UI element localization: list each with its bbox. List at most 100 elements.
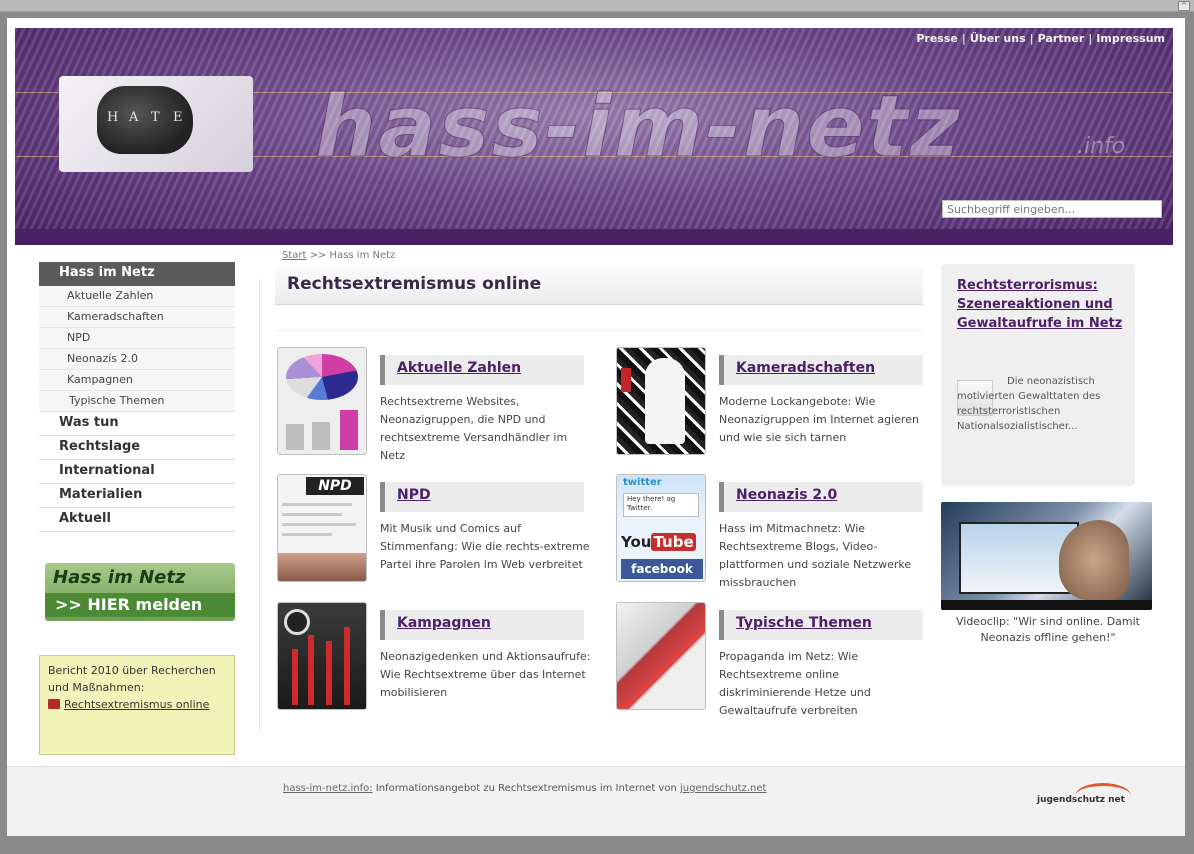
- window-top-bar: ^: [0, 0, 1194, 12]
- nav-sub-npd[interactable]: NPD: [39, 328, 235, 349]
- nav-sub-typische-themen[interactable]: Typische Themen: [39, 391, 235, 412]
- pie-chart-icon: [286, 354, 358, 400]
- teaser-typische-themen: Typische Themen Propaganda im Netz: Wie …: [616, 602, 936, 717]
- teaser-description: Hass im Mitmachnetz: Wie Rechtsextreme B…: [719, 522, 912, 589]
- site-logo-suffix: .info: [1077, 134, 1126, 159]
- breadcrumb-start[interactable]: Start: [282, 250, 306, 261]
- teaser-title[interactable]: Typische Themen: [719, 610, 923, 640]
- flag-icon: [308, 635, 314, 705]
- nav-sub-aktuelle-zahlen[interactable]: Aktuelle Zahlen: [39, 286, 235, 307]
- nav-item-rechtslage[interactable]: Rechtslage: [39, 436, 235, 460]
- footer-site-link[interactable]: hass-im-netz.info:: [283, 783, 373, 794]
- site-footer: hass-im-netz.info: Informationsangebot z…: [7, 766, 1185, 836]
- social-media-thumbnail[interactable]: twitter Hey there! ag Twitter. You Tube f…: [616, 474, 706, 582]
- flag-icon: [344, 627, 350, 705]
- nav-item-materialien[interactable]: Materialien: [39, 484, 235, 508]
- youtube-logo: You Tube: [621, 533, 696, 551]
- flag-icon: [292, 649, 298, 705]
- fist-icon: H A T E: [97, 86, 193, 154]
- news-description: Die neonazistisch motivierten Gewalttate…: [957, 376, 1101, 432]
- news-title[interactable]: Rechtsterrorismus: Szenereaktionen und G…: [957, 276, 1127, 333]
- toplink-partner[interactable]: Partner: [1038, 32, 1085, 45]
- typische-themen-thumbnail[interactable]: [616, 602, 706, 710]
- teaser-neonazis-2-0: twitter Hey there! ag Twitter. You Tube f…: [616, 474, 936, 589]
- teaser-title[interactable]: NPD: [380, 482, 584, 512]
- breadcrumb-current: >> Hass im Netz: [306, 250, 396, 261]
- fist-letter: A: [129, 110, 139, 125]
- bar-icon: [286, 424, 304, 450]
- youtube-tube: Tube: [651, 533, 696, 551]
- text-line: [282, 503, 352, 506]
- banner-title: Hass im Netz: [53, 567, 186, 588]
- toplink-impressum[interactable]: Impressum: [1096, 32, 1165, 45]
- photo-strip: [278, 553, 366, 581]
- fist-letter: H: [107, 110, 119, 125]
- window-scroll-up-icon[interactable]: ^: [1178, 1, 1190, 11]
- jugendschutz-logo-text: jugendschutz: [1037, 795, 1105, 805]
- divider: [275, 330, 923, 331]
- bar-icon: [312, 422, 330, 450]
- video-frame-hand: [1059, 520, 1129, 600]
- bar-icon: [340, 410, 358, 450]
- report-link[interactable]: Rechtsextremismus online: [64, 698, 209, 711]
- video-controls[interactable]: [941, 600, 1152, 610]
- teaser-aktuelle-zahlen: Aktuelle Zahlen Rechtsextreme Websites, …: [277, 347, 597, 462]
- jugendschutz-logo[interactable]: jugendschutz net: [1037, 795, 1125, 805]
- teaser-description: Propaganda im Netz: Wie Rechtsextreme on…: [719, 650, 871, 717]
- facebook-logo: facebook: [621, 559, 703, 579]
- top-links: Presse | Über uns | Partner | Impressum: [916, 32, 1165, 45]
- search-input[interactable]: [942, 200, 1162, 218]
- tweet-bubble: Hey there! ag Twitter.: [623, 493, 699, 517]
- text-line: [282, 513, 342, 516]
- window-bottom-bar: [0, 838, 1194, 854]
- site-header: H A T E hass-im-netz .info Presse | Über u…: [15, 28, 1173, 245]
- nav-item-aktuell[interactable]: Aktuell: [39, 508, 235, 532]
- nav-item-international[interactable]: International: [39, 460, 235, 484]
- fist-letter: T: [151, 110, 160, 125]
- stats-chart-thumbnail[interactable]: [277, 347, 367, 455]
- video-player[interactable]: [941, 502, 1152, 610]
- pdf-icon: [48, 699, 60, 709]
- column-divider: [259, 278, 260, 733]
- npd-website-thumbnail[interactable]: NPD: [277, 474, 367, 582]
- toplink-ueber-uns[interactable]: Über uns: [970, 32, 1026, 45]
- nav-sub-kameradschaften[interactable]: Kameradschaften: [39, 307, 235, 328]
- flag-icon: [621, 368, 631, 392]
- teaser-description: Rechtsextreme Websites, Neonazigruppen, …: [380, 395, 568, 462]
- teaser-npd: NPD NPD Mit Musik und Comics auf Stimmen…: [277, 474, 597, 588]
- banner-cta: >> HIER melden: [45, 593, 235, 617]
- report-banner-button[interactable]: Hass im Netz >> HIER melden: [45, 563, 235, 621]
- teaser-title[interactable]: Aktuelle Zahlen: [380, 355, 584, 385]
- site-logo[interactable]: hass-im-netz: [315, 84, 962, 171]
- breadcrumb: Start >> Hass im Netz: [282, 250, 395, 261]
- flag-icon: [326, 641, 332, 705]
- teaser-description: Neonazigedenken und Aktionsaufrufe: Wie …: [380, 650, 591, 699]
- nav-sub-kampagnen[interactable]: Kampagnen: [39, 370, 235, 391]
- twitter-logo: twitter: [623, 477, 662, 488]
- separator: |: [1088, 32, 1093, 45]
- youtube-you: You: [621, 533, 652, 551]
- teaser-kameradschaften: Kameradschaften Moderne Lockangebote: Wi…: [616, 347, 936, 461]
- teaser-title[interactable]: Kampagnen: [380, 610, 584, 640]
- kameradschaften-thumbnail[interactable]: [616, 347, 706, 455]
- nav-item-hass-im-netz[interactable]: Hass im Netz: [39, 262, 235, 286]
- teaser-title[interactable]: Kameradschaften: [719, 355, 923, 385]
- figure-icon: [645, 358, 685, 444]
- video-caption: Videoclip: "Wir sind online. Damit Neona…: [955, 615, 1140, 644]
- teaser-kampagnen: Kampagnen Neonazigedenken und Aktionsauf…: [277, 602, 597, 716]
- page-title: Rechtsextremismus online: [275, 267, 923, 305]
- nav-sub-neonazis[interactable]: Neonazis 2.0: [39, 349, 235, 370]
- toplink-presse[interactable]: Presse: [916, 32, 958, 45]
- report-box: Bericht 2010 über Recherchen und Maßnahm…: [39, 655, 235, 755]
- fist-letter: E: [173, 110, 183, 125]
- teaser-title[interactable]: Neonazis 2.0: [719, 482, 923, 512]
- footer-description: Informationsangebot zu Rechtsextremismus…: [372, 783, 680, 794]
- news-box: Rechtsterrorismus: Szenereaktionen und G…: [941, 264, 1135, 486]
- hate-fist-logo: H A T E: [59, 76, 253, 172]
- kampagnen-thumbnail[interactable]: [277, 602, 367, 710]
- footer-partner-link[interactable]: jugendschutz.net: [680, 783, 766, 794]
- footer-text: hass-im-netz.info: Informationsangebot z…: [283, 783, 766, 794]
- teaser-description: Mit Musik und Comics auf Stimmenfang: Wi…: [380, 522, 590, 571]
- emblem-icon: [284, 609, 310, 635]
- nav-item-was-tun[interactable]: Was tun: [39, 412, 235, 436]
